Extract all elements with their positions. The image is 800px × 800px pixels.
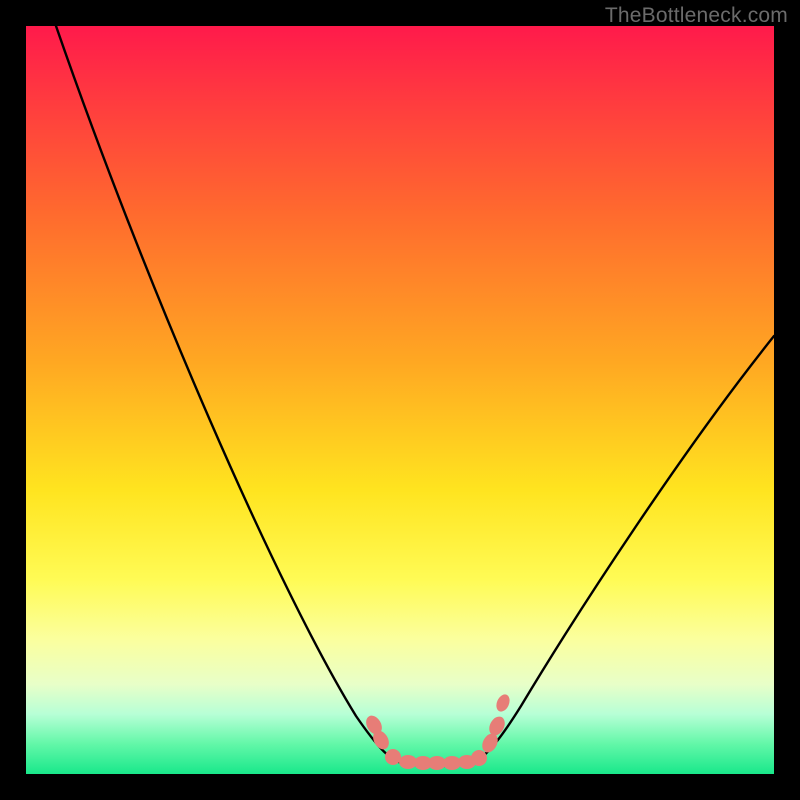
curve-layer: [26, 26, 774, 774]
chart-frame: TheBottleneck.com: [0, 0, 800, 800]
watermark-text: TheBottleneck.com: [605, 4, 788, 28]
plot-area: [26, 26, 774, 774]
valley-marker: [471, 750, 487, 766]
valley-marker: [494, 692, 512, 713]
valley-markers-group: [363, 692, 512, 770]
valley-marker: [385, 749, 401, 765]
bottleneck-curve: [56, 26, 774, 766]
